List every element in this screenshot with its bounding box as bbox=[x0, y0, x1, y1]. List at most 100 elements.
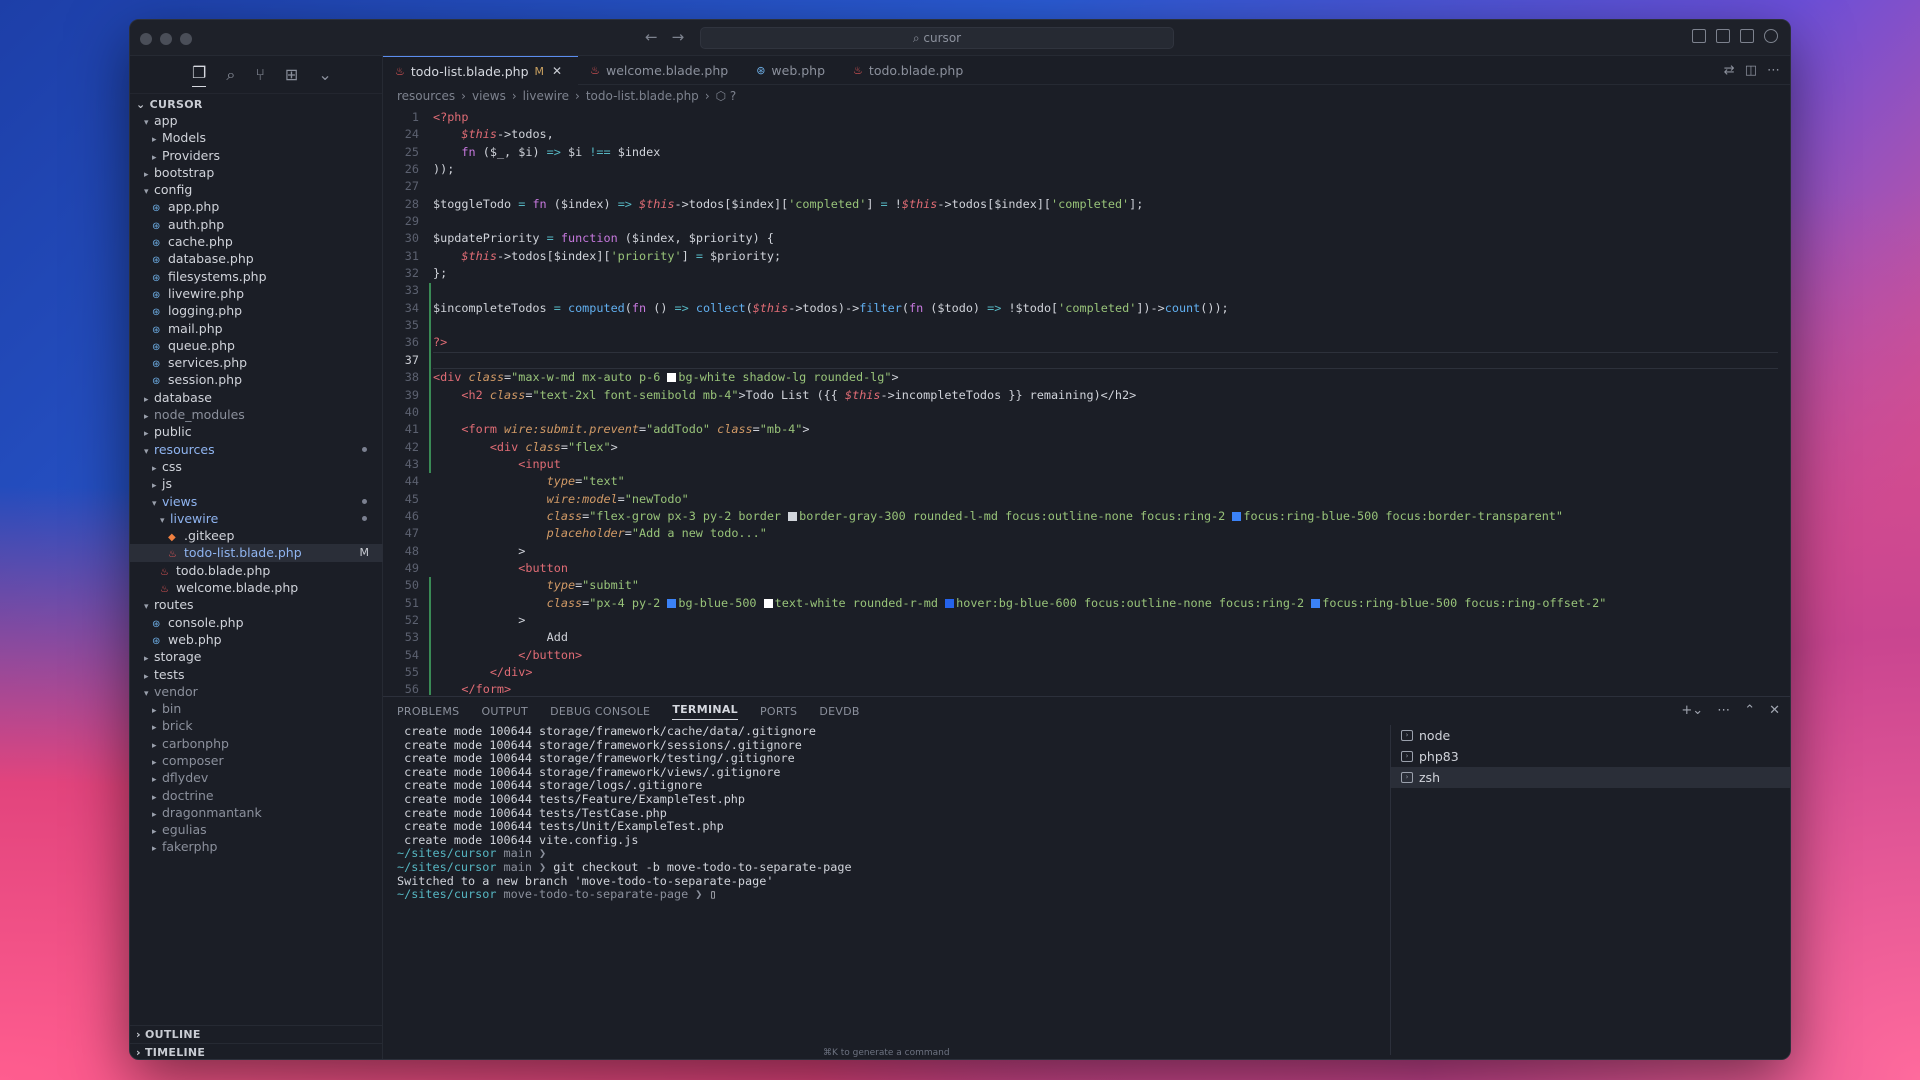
timeline-section-header[interactable]: › TIMELINE bbox=[130, 1043, 382, 1059]
modified-dot bbox=[362, 515, 367, 521]
breadcrumb-item[interactable]: ⬡ ? bbox=[716, 89, 737, 103]
file-tree-item[interactable]: ⊛ console.php bbox=[130, 614, 383, 631]
file-tree-item[interactable]: ⊛ session.php bbox=[130, 371, 383, 388]
file-tree-item[interactable]: ▸ tests bbox=[130, 666, 383, 683]
file-tree-item[interactable]: ♨ todo.blade.php bbox=[130, 562, 383, 579]
file-tree-item[interactable]: ♨ welcome.blade.php bbox=[130, 579, 383, 596]
file-tree-item[interactable]: ▸ fakerphp bbox=[130, 838, 383, 855]
files-icon[interactable]: ❐ bbox=[192, 63, 207, 87]
editor-tab[interactable]: ⊛ web.php bbox=[744, 56, 841, 85]
terminal-output[interactable]: create mode 100644 storage/framework/cac… bbox=[397, 724, 1387, 1055]
editor-actions: ⇄ ◫ ⋯ bbox=[1724, 56, 1790, 84]
file-tree-item[interactable]: ⊛ mail.php bbox=[130, 320, 383, 337]
toggle-sidebar-icon[interactable] bbox=[1692, 29, 1706, 43]
file-tree-item[interactable]: ▸ brick bbox=[130, 717, 383, 734]
more-actions-icon[interactable]: ⋯ bbox=[1767, 63, 1780, 78]
split-editor-icon[interactable]: ◫ bbox=[1745, 63, 1757, 78]
file-tree-item[interactable]: ⊛ livewire.php bbox=[130, 285, 383, 302]
file-tree-item[interactable]: ⊛ queue.php bbox=[130, 337, 383, 354]
line-number: 49 bbox=[404, 560, 419, 575]
file-tree-item[interactable]: ▸ dragonmantank bbox=[130, 804, 383, 821]
file-tree-item[interactable]: ⊛ database.php bbox=[130, 250, 383, 267]
file-tree-item[interactable]: ▾ app bbox=[130, 112, 383, 129]
file-tree-item[interactable]: ▸ egulias bbox=[130, 821, 383, 838]
new-terminal-icon[interactable]: +⌄ bbox=[1681, 703, 1703, 718]
file-tree-label: brick bbox=[162, 718, 193, 734]
more-actions-icon[interactable]: ⋯ bbox=[1717, 703, 1730, 718]
terminal-instance[interactable]: › zsh bbox=[1391, 767, 1790, 788]
file-tree-item[interactable]: ▸ public bbox=[130, 423, 383, 440]
file-tree-item[interactable]: ▾ views bbox=[130, 493, 383, 510]
breadcrumb-item[interactable]: resources bbox=[397, 89, 455, 103]
editor-tab[interactable]: ♨ welcome.blade.php bbox=[578, 56, 744, 85]
file-tree-item[interactable]: ▸ dflydev bbox=[130, 769, 383, 786]
command-center-search[interactable]: ⌕ cursor bbox=[700, 27, 1174, 49]
file-tree-item[interactable]: ⊛ cache.php bbox=[130, 233, 383, 250]
extensions-icon[interactable]: ⊞ bbox=[285, 65, 298, 84]
source-control-icon[interactable]: ⑂ bbox=[255, 65, 265, 84]
panel-tab[interactable]: DEVDB bbox=[819, 705, 859, 718]
file-tree-item[interactable]: ▸ css bbox=[130, 458, 383, 475]
file-tree-item[interactable]: ▸ bootstrap bbox=[130, 164, 383, 181]
file-tree-item[interactable]: ⊛ logging.php bbox=[130, 302, 383, 319]
compare-changes-icon[interactable]: ⇄ bbox=[1724, 63, 1735, 78]
terminal-instance[interactable]: › node bbox=[1391, 725, 1790, 746]
file-tree-item[interactable]: ▸ composer bbox=[130, 752, 383, 769]
file-tree-item[interactable]: ▸ node_modules bbox=[130, 406, 383, 423]
panel-tab[interactable]: OUTPUT bbox=[481, 705, 528, 718]
close-panel-icon[interactable]: ✕ bbox=[1769, 703, 1780, 718]
file-tree-item[interactable]: ▾ resources bbox=[130, 441, 383, 458]
file-tree-label: welcome.blade.php bbox=[176, 580, 299, 596]
file-tree-item[interactable]: ⊛ app.php bbox=[130, 198, 383, 215]
file-tree-item[interactable]: ▸ Providers bbox=[130, 147, 383, 164]
search-icon[interactable]: ⌕ bbox=[226, 65, 235, 85]
file-tree-item[interactable]: ▾ vendor bbox=[130, 683, 383, 700]
panel-tab[interactable]: DEBUG CONSOLE bbox=[550, 705, 650, 718]
file-tree-item[interactable]: ▸ js bbox=[130, 475, 383, 492]
settings-gear-icon[interactable] bbox=[1764, 29, 1778, 43]
file-tree-item[interactable]: ▾ config bbox=[130, 181, 383, 198]
panel-tab[interactable]: PROBLEMS bbox=[397, 705, 459, 718]
code-editor[interactable]: 1 <?php 24 $this->todos, 25 fn ($_, $i) => … bbox=[383, 109, 1790, 695]
file-tree-item[interactable]: ♨ todo-list.blade.php M bbox=[130, 544, 383, 562]
file-tree-item[interactable]: ▸ storage bbox=[130, 648, 383, 665]
breadcrumb-item[interactable]: views bbox=[472, 89, 506, 103]
toggle-secondary-sidebar-icon[interactable] bbox=[1740, 29, 1754, 43]
terminal-instance[interactable]: › php83 bbox=[1391, 746, 1790, 767]
file-tree-item[interactable]: ⊛ services.php bbox=[130, 354, 383, 371]
file-tree-item[interactable]: ▸ Models bbox=[130, 129, 383, 146]
code-text: > bbox=[433, 612, 526, 627]
file-tree-item[interactable]: ▾ routes bbox=[130, 596, 383, 613]
line-number: 26 bbox=[404, 162, 419, 177]
file-tree-item[interactable]: ◆ .gitkeep bbox=[130, 527, 383, 544]
close-icon[interactable]: ✕ bbox=[552, 57, 562, 86]
close-window-button[interactable] bbox=[140, 33, 152, 45]
line-number: 40 bbox=[404, 404, 419, 419]
line-number: 34 bbox=[404, 300, 419, 315]
file-tree-item[interactable]: ⊛ web.php bbox=[130, 631, 383, 648]
breadcrumb-item[interactable]: livewire bbox=[523, 89, 569, 103]
forward-arrow-icon[interactable]: → bbox=[672, 28, 685, 46]
zoom-window-button[interactable] bbox=[180, 33, 192, 45]
terminal-text: Switched to a new branch 'move-todo-to-s… bbox=[397, 873, 774, 888]
file-tree-item[interactable]: ▸ doctrine bbox=[130, 787, 383, 804]
file-tree-item[interactable]: ▸ bin bbox=[130, 700, 383, 717]
file-tree-item[interactable]: ▸ carbonphp bbox=[130, 735, 383, 752]
back-arrow-icon[interactable]: ← bbox=[645, 28, 658, 46]
file-tree-item[interactable]: ▾ livewire bbox=[130, 510, 383, 527]
chevron-down-icon[interactable]: ⌄ bbox=[318, 65, 331, 84]
maximize-panel-icon[interactable]: ⌃ bbox=[1744, 703, 1755, 718]
panel-tab[interactable]: PORTS bbox=[760, 705, 797, 718]
file-tree-item[interactable]: ⊛ filesystems.php bbox=[130, 268, 383, 285]
outline-section-header[interactable]: › OUTLINE bbox=[130, 1025, 382, 1043]
file-tree-label: console.php bbox=[168, 614, 244, 630]
file-tree-item[interactable]: ⊛ auth.php bbox=[130, 216, 383, 233]
breadcrumb-item[interactable]: todo-list.blade.php bbox=[586, 89, 699, 103]
code-line: 40 bbox=[383, 404, 1790, 421]
editor-tab[interactable]: ♨ todo.blade.php bbox=[841, 56, 979, 85]
panel-tab[interactable]: TERMINAL bbox=[672, 703, 738, 720]
file-tree-item[interactable]: ▸ database bbox=[130, 389, 383, 406]
toggle-panel-icon[interactable] bbox=[1716, 29, 1730, 43]
editor-tab[interactable]: ♨ todo-list.blade.php M ✕ bbox=[383, 56, 579, 86]
minimize-window-button[interactable] bbox=[160, 33, 172, 45]
